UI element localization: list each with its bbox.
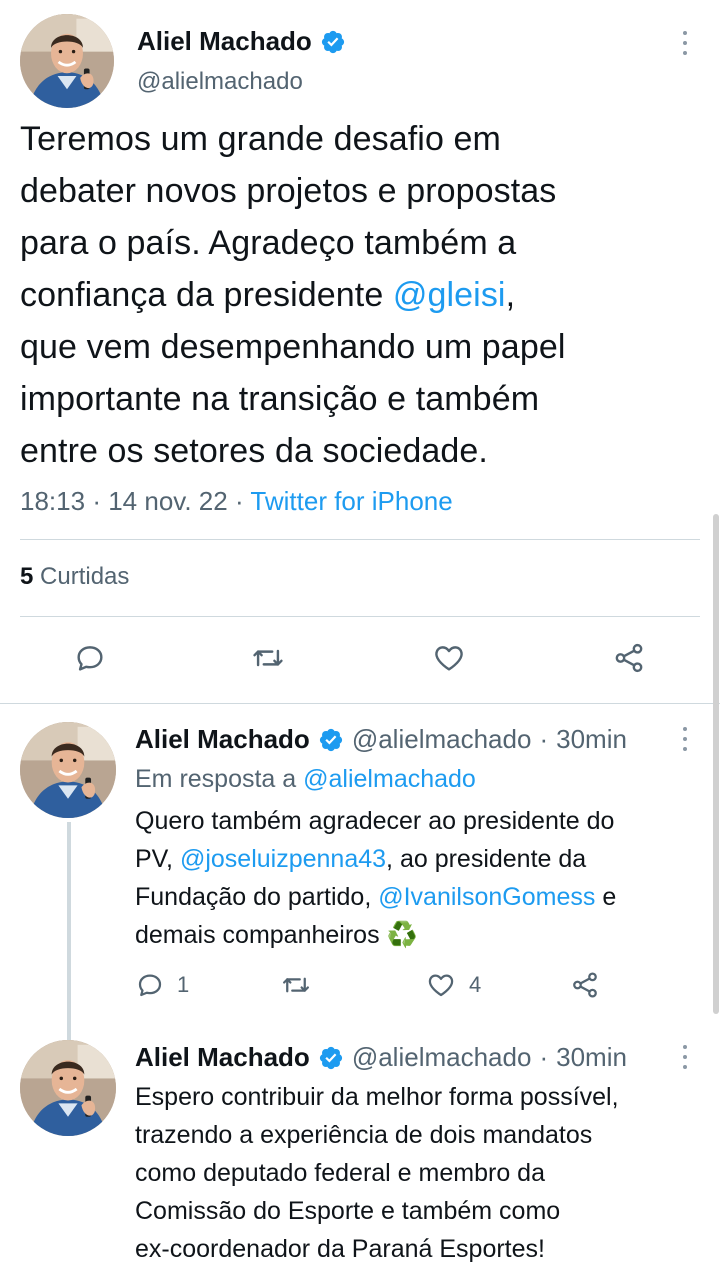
share-icon [615,643,643,673]
time-ago[interactable]: 30min [556,1042,627,1073]
reply-tweet[interactable]: Aliel Machado @alielmachado · 30min Em r… [0,704,720,1040]
verified-badge-icon [320,29,346,55]
more-vertical-icon[interactable] [673,724,697,754]
mention-link[interactable]: @gleisi [393,276,506,314]
verified-badge-icon [318,727,344,753]
reply-text: Quero também agradecer ao presidente do … [135,802,695,954]
reply-button[interactable] [70,638,110,678]
divider [20,616,700,617]
meta-separator: · [92,486,101,516]
reply-icon [77,646,103,671]
more-vertical-icon[interactable] [673,28,697,58]
meta-separator: · [234,486,244,516]
retweet-icon [283,977,309,993]
meta-separator: · [539,724,549,754]
author-handle[interactable]: @alielmachado [352,1042,532,1073]
reply-count: 1 [177,972,190,997]
reply-icon [138,974,162,997]
share-button[interactable] [570,970,600,1000]
author-name[interactable]: Aliel Machado [135,724,310,755]
author-avatar[interactable] [20,722,116,818]
tweet-meta: 18:13 · 14 nov. 22 · Twitter for iPhone [20,486,453,517]
heart-icon [428,974,454,997]
reply-header: Aliel Machado @alielmachado · 30min [135,724,627,755]
share-button[interactable] [609,638,649,678]
author-name[interactable]: Aliel Machado [137,26,312,57]
meta-separator: · [539,1042,549,1072]
in-reply-handle[interactable]: @alielmachado [303,765,476,793]
author-name-row[interactable]: Aliel Machado [137,26,346,57]
reply-tweet[interactable]: Aliel Machado @alielmachado · 30min Espe… [0,1022,720,1272]
recycle-emoji: ♻️ [386,921,418,949]
author-handle[interactable]: @alielmachado [137,68,303,96]
thread-line [67,822,71,1040]
tweet-date[interactable]: 14 nov. 22 [108,486,228,516]
tweet-time[interactable]: 18:13 [20,486,85,516]
author-handle[interactable]: @alielmachado [352,724,532,755]
retweet-button[interactable] [248,638,288,678]
like-count: 4 [469,972,482,997]
heart-icon [435,646,463,671]
in-reply-prefix: Em resposta a [135,765,304,793]
mention-link[interactable]: @joseluizpenna43 [180,845,386,873]
author-name[interactable]: Aliel Machado [135,1042,310,1073]
retweet-button[interactable] [280,970,312,1000]
retweet-icon [253,649,283,667]
share-icon [573,972,597,998]
mention-link[interactable]: @IvanilsonGomess [378,883,595,911]
author-avatar[interactable] [20,14,114,108]
like-button[interactable] [429,638,469,678]
reply-header: Aliel Machado @alielmachado · 30min [135,1042,627,1073]
like-button[interactable]: 4 [425,970,481,1000]
tweet-actions [0,638,720,684]
reply-actions: 1 4 [135,970,625,1004]
tweet-source[interactable]: Twitter for iPhone [250,486,452,516]
time-ago[interactable]: 30min [556,724,627,755]
author-avatar[interactable] [20,1040,116,1136]
in-reply-to: Em resposta a @alielmachado [135,760,695,798]
likes-summary[interactable]: 5 Curtidas [20,563,129,591]
likes-count: 5 [20,563,34,590]
likes-label: Curtidas [40,563,130,590]
reply-button[interactable]: 1 [135,970,189,1000]
reply-text: Espero contribuir da melhor forma possív… [135,1083,619,1263]
divider [20,539,700,540]
more-vertical-icon[interactable] [673,1042,697,1072]
tweet-text: Teremos um grande desafio em debater nov… [20,113,700,477]
verified-badge-icon [318,1045,344,1071]
